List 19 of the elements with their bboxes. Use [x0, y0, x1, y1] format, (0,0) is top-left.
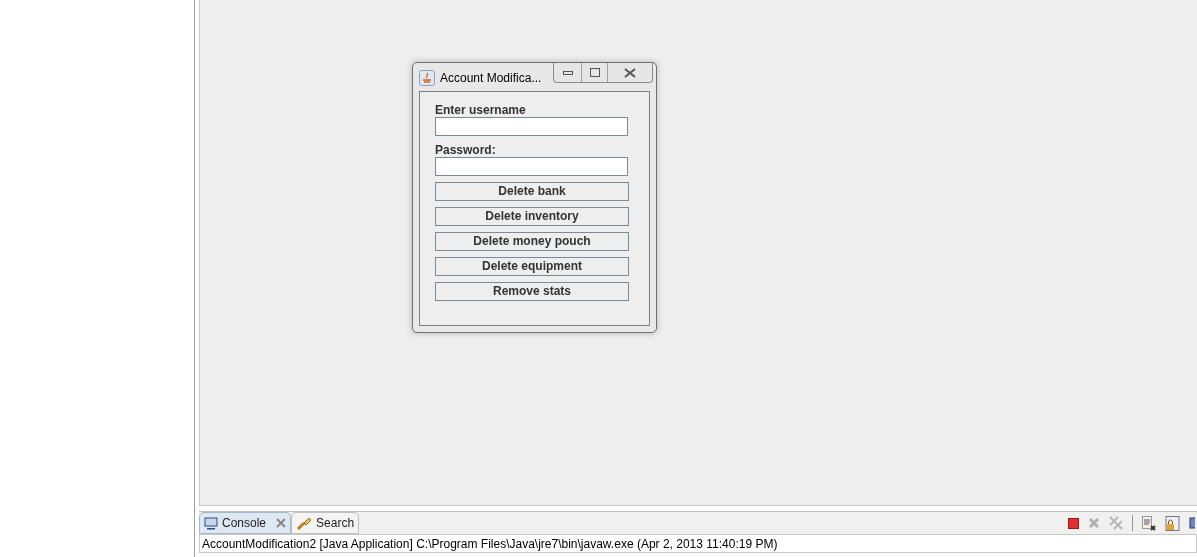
window-title: Account Modifica... — [440, 70, 542, 87]
password-label: Password: — [435, 143, 497, 157]
action-button[interactable]: Delete inventory — [435, 207, 629, 226]
flashlight-icon — [296, 516, 313, 530]
console-status: AccountModification2 [Java Application] C:\Program Files\Java\jre7\bin\javaw.exe (Apr 2, 2013 11:40:19 PM) — [202, 535, 778, 553]
action-button[interactable]: Delete money pouch — [435, 232, 629, 251]
action-button[interactable]: Delete equipment — [435, 257, 629, 276]
view-tab[interactable]: Console — [199, 512, 292, 534]
username-label: Enter username — [435, 103, 527, 117]
username-field[interactable] — [435, 117, 628, 136]
document-icon[interactable] — [1142, 515, 1156, 531]
action-button[interactable]: Remove stats — [435, 282, 629, 301]
password-field[interactable] — [435, 157, 628, 176]
action-button[interactable]: Delete bank — [435, 182, 629, 201]
lock-icon[interactable] — [1165, 515, 1180, 531]
close-icon[interactable] — [276, 518, 287, 528]
view-tab[interactable]: Search — [291, 512, 360, 534]
close-icon — [624, 67, 636, 78]
stop-icon[interactable] — [1068, 517, 1079, 529]
